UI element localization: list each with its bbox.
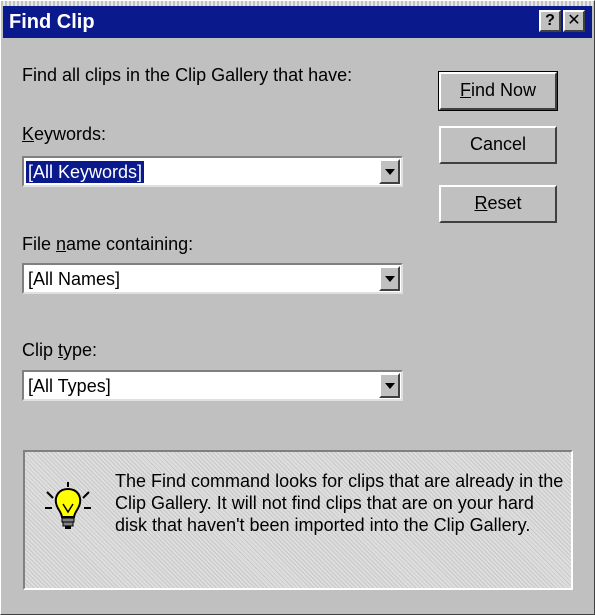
filename-label: File name containing: xyxy=(22,233,193,255)
find-clip-dialog: Find Clip ? ✕ Find all clips in the Clip… xyxy=(0,0,595,615)
dialog-title: Find Clip xyxy=(9,11,95,33)
filename-label-post: ame containing: xyxy=(66,234,194,254)
chevron-down-icon xyxy=(385,276,395,282)
lightbulb-icon xyxy=(45,482,91,529)
cliptype-value[interactable]: [All Types] xyxy=(28,375,111,397)
cliptype-label-pre: Clip xyxy=(22,340,59,360)
find-now-mnemonic: F xyxy=(459,80,471,100)
chevron-down-icon xyxy=(385,169,395,175)
title-bar[interactable]: Find Clip ? ✕ xyxy=(3,6,592,38)
cliptype-label-post: ype: xyxy=(63,340,98,360)
find-now-rest: ind Now xyxy=(470,80,537,100)
cancel-button[interactable]: Cancel xyxy=(439,126,557,164)
keywords-dropdown-button[interactable] xyxy=(379,159,400,184)
reset-button[interactable]: Reset xyxy=(439,185,557,223)
filename-value[interactable]: [All Names] xyxy=(28,268,120,290)
cliptype-combo[interactable]: [All Types] xyxy=(22,370,403,401)
reset-rest: eset xyxy=(487,193,522,213)
tip-text: The Find command looks for clips that ar… xyxy=(115,471,564,535)
keywords-combo[interactable]: [All Keywords] xyxy=(22,156,403,187)
filename-dropdown-button[interactable] xyxy=(379,266,400,291)
reset-mnemonic: R xyxy=(474,193,488,213)
find-now-button[interactable]: Find Now xyxy=(438,71,558,111)
keywords-label: Keywords: xyxy=(22,123,106,145)
cliptype-label: Clip type: xyxy=(22,339,97,361)
tip-panel: The Find command looks for clips that ar… xyxy=(23,450,573,590)
chevron-down-icon xyxy=(385,383,395,389)
intro-text: Find all clips in the Clip Gallery that … xyxy=(22,65,353,85)
keywords-value[interactable]: [All Keywords] xyxy=(24,160,146,184)
close-button[interactable]: ✕ xyxy=(563,10,585,32)
help-button[interactable]: ? xyxy=(539,10,561,32)
keywords-label-rest: eywords: xyxy=(34,124,107,144)
filename-combo[interactable]: [All Names] xyxy=(22,263,403,294)
filename-label-pre: File xyxy=(22,234,57,254)
keywords-label-mnemonic: K xyxy=(22,124,35,144)
cliptype-dropdown-button[interactable] xyxy=(379,373,400,398)
filename-label-mnemonic: n xyxy=(56,234,67,254)
